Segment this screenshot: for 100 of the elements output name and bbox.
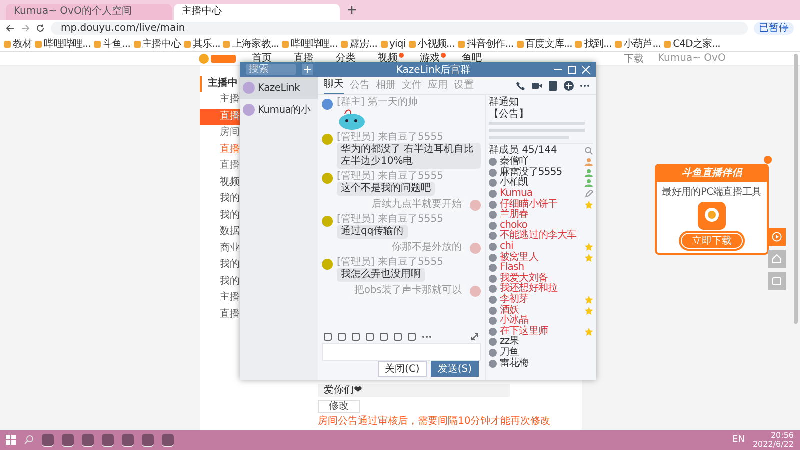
bookmark-link[interactable]: 上海家教... xyxy=(223,37,280,51)
browser-tab[interactable]: 主播中心 xyxy=(174,4,340,20)
search-icon[interactable] xyxy=(585,146,593,154)
bookmark-link[interactable]: 抖音创作... xyxy=(458,37,514,51)
window-title: KazeLink后宫群 xyxy=(396,64,471,76)
member-name[interactable]: 不能逃过的李大车 xyxy=(500,231,593,242)
sidebar-item[interactable]: 我的 xyxy=(200,257,240,274)
sidebar-item[interactable]: 直播 xyxy=(200,158,240,174)
sidebar-item[interactable]: 我的 xyxy=(200,191,240,208)
reload-icon[interactable] xyxy=(36,24,45,33)
play-button[interactable] xyxy=(768,228,786,246)
plus-icon[interactable] xyxy=(348,6,356,14)
member-name[interactable]: 我还想好和拉 xyxy=(500,284,593,294)
sticker-drawing xyxy=(337,108,367,130)
taskbar-app-icon[interactable] xyxy=(122,434,134,446)
bookmark-link[interactable]: 主播中心 xyxy=(134,37,181,51)
bookmark-link[interactable]: 小视频... xyxy=(408,37,455,51)
member-name[interactable]: 兰朋春 xyxy=(500,210,593,220)
ad-card[interactable]: 斗鱼直播伴侣 最好用的PC端直播工具 立即下载 xyxy=(655,164,769,255)
sidebar-item[interactable]: 我的 xyxy=(200,274,240,290)
member-name[interactable]: zz果 xyxy=(500,337,593,348)
bookmark-link[interactable]: 霹雳... xyxy=(340,37,378,51)
member-name[interactable]: 小冰晶 xyxy=(500,316,593,326)
conversation-item[interactable]: Kumua的小 xyxy=(240,99,318,121)
taskbar-app-icon[interactable] xyxy=(102,434,114,446)
browser-tab[interactable]: Kumua~ OvO的个人空间 xyxy=(6,4,172,20)
star-icon xyxy=(585,243,593,252)
nav-link[interactable]: 鱼吧 xyxy=(462,52,488,64)
bookmark-link[interactable]: 找到... xyxy=(575,37,612,51)
bookmark-link[interactable]: C4D之家... xyxy=(664,37,720,51)
logo-icon[interactable] xyxy=(198,52,238,64)
sidebar-item[interactable]: 我的 xyxy=(200,208,240,224)
bookmark-link[interactable]: yiqi xyxy=(380,38,406,50)
member-name[interactable]: 酒妖 xyxy=(500,306,582,316)
nav-link[interactable]: 分类 xyxy=(336,52,362,64)
sidebar-item[interactable]: 主播 xyxy=(200,290,240,306)
member-name[interactable]: 小柏凯 xyxy=(500,178,582,188)
nav-link[interactable]: 首页 xyxy=(252,52,278,64)
back-icon[interactable] xyxy=(6,24,15,33)
windows-icon[interactable] xyxy=(6,435,16,445)
nav-link[interactable]: 视频 xyxy=(378,52,404,64)
taskbar-app-icon[interactable] xyxy=(162,434,174,446)
notice-field[interactable]: 爱你们❤ xyxy=(318,384,510,397)
nav-link[interactable]: 游戏 xyxy=(420,52,446,64)
sidebar-item[interactable]: 主播 xyxy=(200,92,240,108)
add-button[interactable] xyxy=(302,64,313,75)
profile-button[interactable]: 已暂停 xyxy=(754,22,794,35)
sidebar-item[interactable]: 房间 xyxy=(200,125,240,142)
member-name[interactable]: Kumua xyxy=(500,189,582,200)
bookmark-link[interactable]: 小葫芦... xyxy=(614,37,662,51)
bookmark-link[interactable]: 哔哩哔哩... xyxy=(282,37,338,51)
document-icon[interactable] xyxy=(548,80,558,90)
bookmark-link[interactable]: 教材 xyxy=(4,37,32,51)
video-icon[interactable] xyxy=(532,80,542,90)
member-name[interactable]: chi xyxy=(500,242,582,252)
member-name[interactable]: Flash xyxy=(500,263,593,274)
member-name[interactable]: 仔细瞄小饼干 xyxy=(500,200,582,210)
chat-tab[interactable]: 聊天 xyxy=(324,77,344,94)
sidebar-item[interactable]: 直播 xyxy=(200,306,240,323)
send-button[interactable]: 发送(S) xyxy=(430,361,479,377)
member-name[interactable]: 李初芽 xyxy=(500,295,582,306)
edit-button[interactable]: 修改 xyxy=(318,400,360,413)
sidebar-item[interactable]: 视频 xyxy=(200,174,240,191)
taskbar-app-icon[interactable] xyxy=(142,434,154,446)
member-name[interactable]: 雷花梅 xyxy=(500,358,593,369)
close-icon[interactable] xyxy=(582,66,590,74)
address-field[interactable]: mp.douyu.com/live/main xyxy=(51,22,748,35)
member-name[interactable]: 我爱大刘备 xyxy=(500,274,593,284)
sidebar-item[interactable]: 数据 xyxy=(200,224,240,240)
sidebar-item[interactable]: 商业 xyxy=(200,240,240,257)
member-name[interactable]: 刀鱼 xyxy=(500,348,593,358)
bookmark-link[interactable]: 哔哩哔哩... xyxy=(35,37,91,51)
member-name[interactable]: 秦僧吖 xyxy=(500,157,582,168)
member-name[interactable]: 被窝里人 xyxy=(500,252,582,263)
bookmark-link[interactable]: 其乐... xyxy=(184,37,220,51)
star-icon xyxy=(585,306,593,315)
taskbar-app-icon[interactable] xyxy=(82,434,94,446)
download-link[interactable]: 下载 xyxy=(624,52,644,66)
taskbar-app-icon[interactable] xyxy=(42,434,54,446)
bookmark-link[interactable]: 百度文库... xyxy=(516,37,572,51)
nav-link[interactable]: 直播 xyxy=(294,52,320,64)
maximize-icon[interactable] xyxy=(568,66,576,74)
conversation-item[interactable]: KazeLink xyxy=(240,77,318,99)
message-bubble: 这个不是我的问题吧 xyxy=(337,182,435,196)
member-name[interactable]: 麻雷没了5555 xyxy=(500,168,582,178)
taskbar-app-icon[interactable] xyxy=(62,434,74,446)
notice-hint: 房间公告通过审核后，需要间隔10分钟才能再次修改 xyxy=(318,416,551,428)
search-field[interactable]: 搜索 xyxy=(246,64,296,75)
add-icon[interactable] xyxy=(564,80,574,90)
member-name[interactable]: choko xyxy=(500,220,593,231)
star-icon xyxy=(585,200,593,209)
close-button[interactable]: 关闭(C) xyxy=(378,361,427,377)
member-name[interactable]: 在下这里师 xyxy=(500,326,582,337)
bookmark-link[interactable]: 斗鱼... xyxy=(94,37,130,51)
avatar-icon xyxy=(322,99,333,110)
message-input[interactable] xyxy=(322,343,481,361)
scrollbar[interactable] xyxy=(794,54,798,324)
home-icon xyxy=(772,254,782,264)
phone-icon[interactable] xyxy=(516,80,526,90)
expand-icon[interactable] xyxy=(471,332,479,340)
